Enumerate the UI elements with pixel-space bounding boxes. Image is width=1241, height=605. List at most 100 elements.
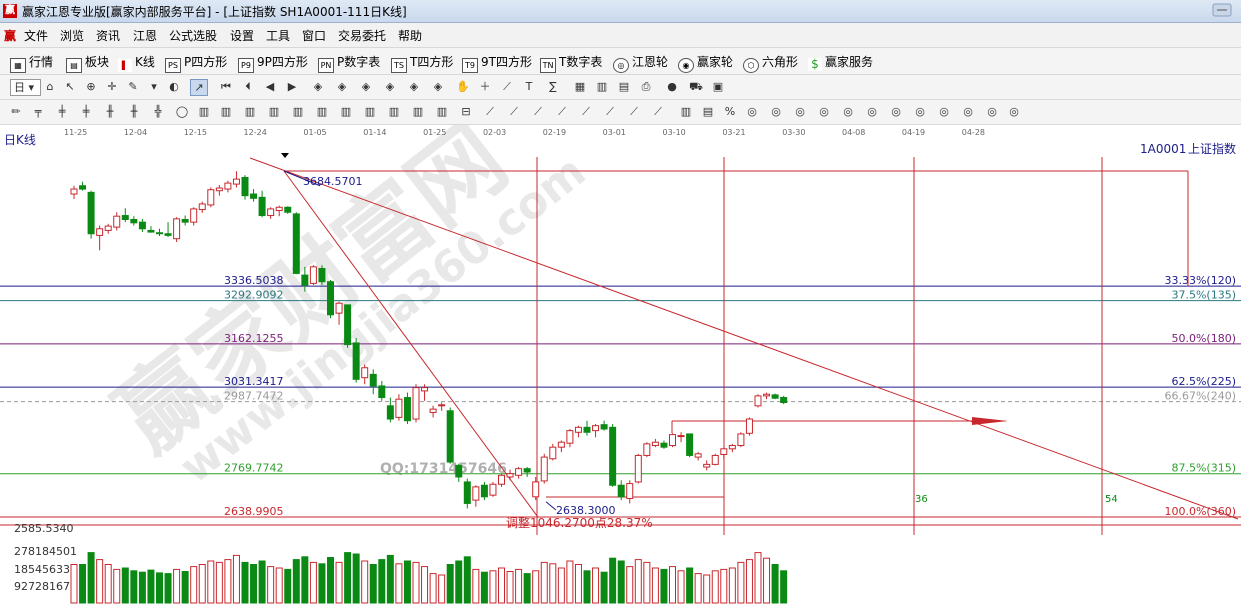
fan-lines-6-icon[interactable]: ⟋ <box>602 104 618 119</box>
bars-icon[interactable]: ▥ <box>196 104 212 119</box>
diamond-tool-6-icon[interactable]: ◈ <box>430 79 446 94</box>
bars-6-icon[interactable]: ▥ <box>314 104 330 119</box>
cross-tool-icon[interactable]: ＋ <box>477 79 493 94</box>
menu-formula-select[interactable]: 公式选股 <box>169 27 217 44</box>
diamond-tool-icon[interactable]: ◈ <box>310 79 326 94</box>
prev-icon[interactable]: ◀ <box>262 79 278 94</box>
line-tool-icon[interactable]: ⟋ <box>499 79 515 94</box>
menu-gann[interactable]: 江恩 <box>133 27 157 44</box>
winner-service-button[interactable]: $ 赢家服务 <box>808 53 873 71</box>
menu-browse[interactable]: 浏览 <box>60 27 84 44</box>
sector-button[interactable]: ▤ 板块 <box>66 53 109 73</box>
coin-6-icon[interactable]: ◎ <box>864 104 880 119</box>
fan-lines-7-icon[interactable]: ⟋ <box>626 104 642 119</box>
lock-icon[interactable]: ⌂ <box>42 79 58 94</box>
coin-11-icon[interactable]: ◎ <box>984 104 1000 119</box>
table-icon[interactable]: ▤ <box>616 79 632 94</box>
menu-settings[interactable]: 设置 <box>230 27 254 44</box>
pen-icon[interactable]: ✎ <box>125 79 141 94</box>
cursor-icon[interactable]: ↖ <box>62 79 78 94</box>
ruler-icon[interactable]: ▤ <box>700 104 716 119</box>
window-menu-icon[interactable] <box>1211 2 1233 18</box>
bars-4-icon[interactable]: ▥ <box>266 104 282 119</box>
coin-10-icon[interactable]: ◎ <box>960 104 976 119</box>
coin-4-icon[interactable]: ◎ <box>816 104 832 119</box>
coin-2-icon[interactable]: ◎ <box>768 104 784 119</box>
coin-3-icon[interactable]: ◎ <box>792 104 808 119</box>
winner-wheel-button[interactable]: ◉ 赢家轮 <box>678 53 733 73</box>
bars-10-icon[interactable]: ▥ <box>410 104 426 119</box>
percent-icon[interactable]: % <box>722 104 738 119</box>
hline-tool-icon[interactable]: ╤ <box>30 104 46 119</box>
fan-lines-2-icon[interactable]: ⟋ <box>506 104 522 119</box>
print-icon[interactable]: ⎙ <box>638 79 654 94</box>
bars-3-icon[interactable]: ▥ <box>242 104 258 119</box>
quote-button[interactable]: ▦ 行情 <box>10 53 53 73</box>
step-back-icon[interactable]: ⏴ <box>240 79 256 94</box>
fan-lines-5-icon[interactable]: ⟋ <box>578 104 594 119</box>
coin-9-icon[interactable]: ◎ <box>936 104 952 119</box>
zoom-icon[interactable]: ⊕ <box>83 79 99 94</box>
t-square-button[interactable]: TS T四方形 <box>391 53 453 73</box>
gann-fan-icon[interactable]: ╪ <box>54 104 70 119</box>
coin-7-icon[interactable]: ◎ <box>888 104 904 119</box>
menu-help[interactable]: 帮助 <box>398 27 422 44</box>
channel-icon[interactable]: ╫ <box>126 104 142 119</box>
dropdown-icon[interactable]: ▾ <box>146 79 162 94</box>
bars-2-icon[interactable]: ▥ <box>218 104 234 119</box>
grid-tool-icon[interactable]: ▥ <box>594 79 610 94</box>
menu-file[interactable]: 文件 <box>24 27 48 44</box>
bars-8-icon[interactable]: ▥ <box>362 104 378 119</box>
p-square-button[interactable]: PS P四方形 <box>165 53 227 73</box>
truck-icon[interactable]: ⛟ <box>688 79 704 94</box>
bars-11-icon[interactable]: ▥ <box>434 104 450 119</box>
fan-lines-8-icon[interactable]: ⟋ <box>650 104 666 119</box>
fan-lines-icon[interactable]: ⟋ <box>482 104 498 119</box>
coin-5-icon[interactable]: ◎ <box>840 104 856 119</box>
9t-square-button[interactable]: T9 9T四方形 <box>462 53 532 73</box>
menu-window[interactable]: 窗口 <box>302 27 326 44</box>
hand-icon[interactable]: ✋ <box>455 79 471 94</box>
columns-icon[interactable]: ▥ <box>678 104 694 119</box>
arrow-tool-icon[interactable]: ↗ <box>190 79 208 96</box>
circle-tool-icon[interactable]: ◯ <box>174 104 190 119</box>
coin-8-icon[interactable]: ◎ <box>912 104 928 119</box>
diamond-tool-3-icon[interactable]: ◈ <box>358 79 374 94</box>
kline-button[interactable]: ▌ K线 <box>118 53 155 72</box>
gann-wheel-button[interactable]: ◎ 江恩轮 <box>613 53 668 73</box>
t-number-table-button[interactable]: TN T数字表 <box>540 53 602 73</box>
gann-grid-icon[interactable]: ╪ <box>78 104 94 119</box>
formula-icon[interactable]: ∑ <box>545 79 561 94</box>
p-number-table-button[interactable]: PN P数字表 <box>318 53 380 73</box>
coin-12-icon[interactable]: ◎ <box>1006 104 1022 119</box>
9p-square-button[interactable]: P9 9P四方形 <box>238 53 308 73</box>
coin-icon[interactable]: ◎ <box>744 104 760 119</box>
fan-lines-4-icon[interactable]: ⟋ <box>554 104 570 119</box>
kline-chart[interactable]: 11-25 12-04 12-15 12-24 01-05 01-14 01-25 02-03… <box>0 125 1241 605</box>
menu-tools[interactable]: 工具 <box>266 27 290 44</box>
bars-5-icon[interactable]: ▥ <box>290 104 306 119</box>
menu-trade[interactable]: 交易委托 <box>338 27 386 44</box>
fan-lines-3-icon[interactable]: ⟋ <box>530 104 546 119</box>
diamond-tool-2-icon[interactable]: ◈ <box>334 79 350 94</box>
menu-news[interactable]: 资讯 <box>96 27 120 44</box>
text-tool-icon[interactable]: T <box>521 79 537 94</box>
book-icon[interactable]: ▣ <box>710 79 726 94</box>
calendar-icon[interactable]: ▦ <box>572 79 588 94</box>
diamond-tool-4-icon[interactable]: ◈ <box>382 79 398 94</box>
color-icon[interactable]: ◐ <box>166 79 182 94</box>
diamond-tool-5-icon[interactable]: ◈ <box>406 79 422 94</box>
fib-icon[interactable]: ⊟ <box>458 104 474 119</box>
window-controls[interactable] <box>1211 2 1233 21</box>
bars-9-icon[interactable]: ▥ <box>386 104 402 119</box>
first-icon[interactable]: ⏮ <box>218 79 234 94</box>
hexagon-button[interactable]: ⬡ 六角形 <box>743 53 798 73</box>
record-icon[interactable]: ● <box>664 79 680 94</box>
pencil-tool-icon[interactable]: ✏ <box>8 104 24 119</box>
bars-7-icon[interactable]: ▥ <box>338 104 354 119</box>
period-select[interactable]: 日 ▾ <box>10 79 41 96</box>
next-icon[interactable]: ▶ <box>284 79 300 94</box>
parallel-icon[interactable]: ╫ <box>102 104 118 119</box>
crosshair-icon[interactable]: ✛ <box>104 79 120 94</box>
cycle-icon[interactable]: ╬ <box>150 104 166 119</box>
